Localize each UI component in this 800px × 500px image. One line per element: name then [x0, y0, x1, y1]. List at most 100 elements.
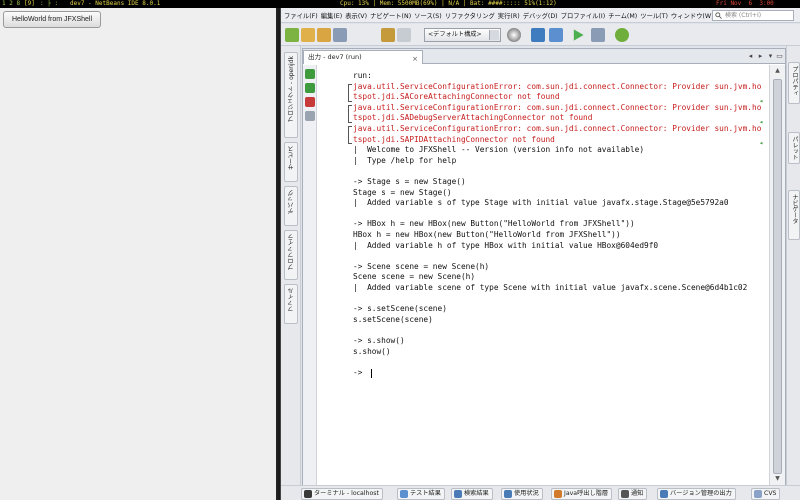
workspace-list[interactable]: 1 2 8 — [2, 0, 20, 8]
tab-profiler[interactable]: プロファイラ — [284, 230, 298, 280]
menu-item[interactable]: 実行(R) — [498, 11, 520, 20]
bottom-tab-label: バージョン管理の出力 — [670, 490, 732, 497]
undo-icon[interactable] — [381, 28, 395, 42]
output-panel: 出力 - dev7 (run) × ◂ ▸ ▾ ▭ run: java.util.… — [302, 48, 786, 486]
bottom-tab[interactable]: CVS — [751, 488, 781, 500]
console-error-line: tspot.jdi.SADebugServerAttachingConnecto… — [353, 113, 593, 123]
menu-item[interactable]: プロファイル(I) — [561, 11, 606, 20]
open-project-icon[interactable] — [317, 28, 331, 42]
output-actions — [303, 65, 317, 486]
text-cursor — [371, 368, 372, 378]
tab-projects[interactable]: プロジェクト - openjdk — [284, 52, 298, 138]
search-input[interactable]: 検索 (Ctrl+I) — [712, 10, 794, 21]
console-line: -> HBox h = new HBox(new Button("HelloWo… — [353, 219, 635, 229]
fold-bracket[interactable] — [348, 83, 352, 102]
redo-icon[interactable] — [397, 28, 411, 42]
build-icon[interactable] — [531, 28, 545, 42]
bottom-tab-label: テスト結果 — [410, 490, 441, 497]
scroll-down-icon[interactable]: ▼ — [773, 475, 782, 484]
toolbar: <デフォルト構成> — [281, 24, 800, 46]
search-icon — [715, 12, 722, 19]
globe-icon[interactable] — [507, 28, 521, 42]
config-select-label: <デフォルト構成> — [428, 31, 482, 38]
menu-item[interactable]: ナビゲート(N) — [370, 11, 411, 20]
current-workspace[interactable]: [9] — [24, 0, 35, 8]
run-icon[interactable] — [573, 29, 584, 41]
tab-output[interactable]: 出力 - dev7 (run) × — [303, 50, 423, 64]
tab-palette[interactable]: パレット — [788, 132, 800, 164]
menu-item[interactable]: チーム(M) — [608, 11, 637, 20]
right-side-tabs: プロパティ パレット ナビゲータ — [786, 46, 800, 486]
bottom-tab[interactable]: ターミナル - localhost — [301, 488, 383, 500]
config-select[interactable]: <デフォルト構成> — [424, 28, 501, 42]
stop-icon[interactable] — [305, 97, 315, 107]
bottom-tab[interactable]: 通知 — [618, 488, 648, 500]
bottom-tab[interactable]: 使用状況 — [501, 488, 543, 500]
scroll-up-icon[interactable]: ▲ — [773, 67, 782, 76]
left-side-tabs: プロジェクト - openjdk サービス デバッグ プロファイラ ファイル — [281, 46, 301, 486]
tab-debug[interactable]: デバッグ — [284, 186, 298, 226]
new-project-icon[interactable] — [285, 28, 299, 42]
minimize-icon[interactable]: ▭ — [775, 52, 784, 61]
bottom-tab-label: Java呼出し階層 — [564, 490, 609, 497]
console-line: | Type /help for help — [353, 155, 457, 165]
clean-build-icon[interactable] — [549, 28, 563, 42]
menu-item[interactable]: ウィンドウ(W) — [671, 11, 714, 20]
console-line: -> Stage s = new Stage() — [353, 177, 466, 186]
debug-icon[interactable] — [591, 28, 605, 42]
new-file-icon[interactable] — [301, 28, 315, 42]
tab-icon — [504, 490, 512, 498]
tab-list-icon[interactable]: ▾ — [766, 52, 775, 61]
helloworld-button[interactable]: HelloWorld from JFXShell — [3, 11, 102, 28]
tab-scroll-right-icon[interactable]: ▸ — [756, 52, 765, 61]
console-line: s.setScene(scene) — [353, 314, 433, 324]
tab-properties[interactable]: プロパティ — [788, 62, 800, 104]
scrollbar-thumb[interactable] — [773, 79, 782, 474]
menu-item[interactable]: ファイル(F) — [284, 11, 318, 20]
bottom-tab[interactable]: 検索結果 — [451, 488, 493, 500]
bottom-tab[interactable]: テスト結果 — [397, 488, 445, 500]
settings-icon[interactable] — [305, 111, 315, 121]
tab-icon — [400, 490, 408, 498]
bottom-tab[interactable]: バージョン管理の出力 — [657, 488, 736, 500]
tab-palette-label: パレット — [791, 136, 798, 160]
rerun-icon[interactable] — [305, 69, 315, 79]
bottom-tab[interactable]: Java呼出し階層 — [551, 488, 613, 500]
tab-navigator[interactable]: ナビゲータ — [788, 190, 800, 240]
tab-icon — [454, 490, 462, 498]
system-status-bar: 1 2 8 [9] : ├ : dev7 - NetBeans IDE 8.0.… — [0, 0, 800, 8]
tab-icon — [754, 490, 762, 498]
console-error-line: java.util.ServiceConfigurationError: com… — [353, 81, 762, 91]
tab-files[interactable]: ファイル — [284, 284, 298, 324]
menu-item[interactable]: デバッグ(D) — [523, 11, 558, 20]
profile-icon[interactable] — [615, 28, 629, 42]
focused-window-title: dev7 - NetBeans IDE 8.0.1 — [70, 0, 161, 7]
wrap-arrow-icon: ◂ — [759, 139, 764, 147]
console-line: -> s.show() — [353, 336, 405, 345]
console-line: -> s.setScene(scene) — [353, 304, 447, 314]
bottom-tab-label: 使用状況 — [514, 490, 539, 497]
fold-bracket[interactable] — [348, 126, 352, 144]
rerun-options-icon[interactable] — [305, 83, 315, 93]
tab-icon — [304, 490, 312, 498]
tab-icon — [660, 490, 668, 498]
console-error-line: tspot.jdi.SACoreAttachingConnector not f… — [353, 92, 560, 102]
menu-item[interactable]: リファクタリング — [445, 11, 495, 20]
wrap-arrow-icon: ◂ — [759, 96, 764, 105]
menu-item[interactable]: ツール(T) — [640, 11, 668, 20]
tab-scroll-left-icon[interactable]: ◂ — [746, 52, 755, 61]
console-output[interactable]: run: java.util.ServiceConfigurationError:… — [319, 66, 769, 486]
tab-navigator-label: ナビゲータ — [791, 194, 798, 224]
menu-item[interactable]: 編集(E) — [321, 11, 343, 20]
tab-services[interactable]: サービス — [284, 142, 298, 182]
bottom-tab-label: 通知 — [631, 490, 644, 497]
clock: Fri Nov 6 3:00 — [716, 0, 774, 7]
vertical-scrollbar[interactable]: ▲ ▼ — [769, 65, 785, 486]
close-icon[interactable]: × — [412, 53, 418, 65]
menu-item[interactable]: ソース(S) — [414, 11, 442, 20]
fold-bracket[interactable] — [348, 104, 352, 123]
console-line: | Added variable scene of type Scene wit… — [353, 283, 748, 292]
menu-item[interactable]: 表示(V) — [345, 11, 367, 20]
save-all-icon[interactable] — [333, 28, 347, 42]
tab-services-label: サービス — [288, 146, 295, 170]
